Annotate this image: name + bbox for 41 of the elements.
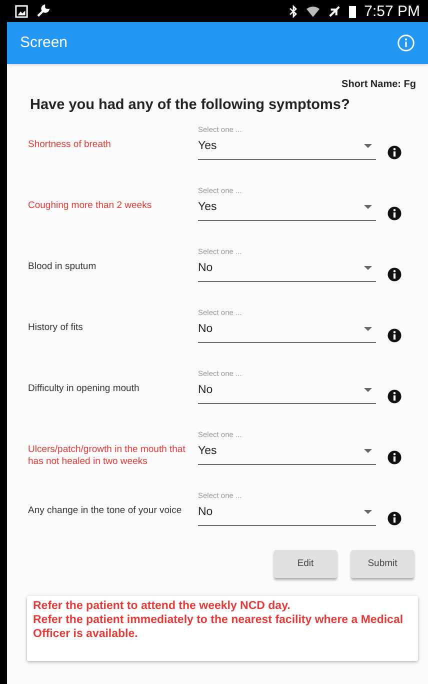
wifi-icon	[306, 4, 320, 18]
caret-icon	[364, 266, 372, 272]
question-label: Difficulty in opening mouth	[28, 382, 140, 395]
question-label: Blood in sputum	[28, 260, 98, 273]
referral-message: Refer the patient to attend the weekly NCD day.	[33, 598, 292, 613]
submit-button[interactable]: Submit	[351, 550, 414, 578]
question-label: Shortness of breath	[28, 138, 112, 151]
select-value: No	[198, 505, 213, 520]
info-icon[interactable]	[387, 266, 402, 282]
short-name: Short Name: Fg	[342, 78, 416, 92]
app-bar-title: Screen	[20, 32, 68, 53]
question-label: History of fits	[28, 322, 84, 334]
select-value: No	[198, 322, 213, 337]
question-label: Any change in the tone of your voice	[28, 504, 183, 517]
caret-icon	[364, 510, 372, 516]
info-icon[interactable]	[387, 206, 402, 221]
select-value: Yes	[198, 200, 217, 215]
question-label: Coughing more than 2 weeks	[28, 200, 153, 212]
caret-icon	[364, 388, 372, 394]
picture-icon	[15, 4, 28, 18]
caret-icon	[364, 327, 372, 332]
question-label: Ulcers/patch/growth in the mouth that has not healed in two weeks	[28, 444, 186, 468]
battery-icon	[349, 4, 356, 18]
caret-icon	[364, 144, 372, 150]
select-value: Yes	[198, 444, 217, 459]
info-icon[interactable]	[387, 510, 402, 526]
caret-icon	[364, 205, 372, 210]
edit-button[interactable]: Edit	[274, 550, 337, 578]
info-icon[interactable]	[387, 388, 402, 404]
info-icon[interactable]	[387, 144, 402, 160]
question-heading: Have you had any of the following symptoms?	[30, 96, 351, 115]
info-icon[interactable]	[387, 450, 402, 465]
wrench-icon	[36, 4, 50, 18]
caret-icon	[364, 449, 372, 454]
info-icon[interactable]	[387, 328, 402, 343]
select-value: No	[198, 261, 213, 276]
referral-message: Refer the patient immediately to the nearest facility where a Medical Officer is available.	[33, 612, 404, 641]
select-value: No	[198, 383, 213, 398]
bluetooth-icon	[289, 4, 298, 18]
clock: 7:57 PM	[364, 4, 420, 18]
select-value: Yes	[198, 139, 217, 154]
